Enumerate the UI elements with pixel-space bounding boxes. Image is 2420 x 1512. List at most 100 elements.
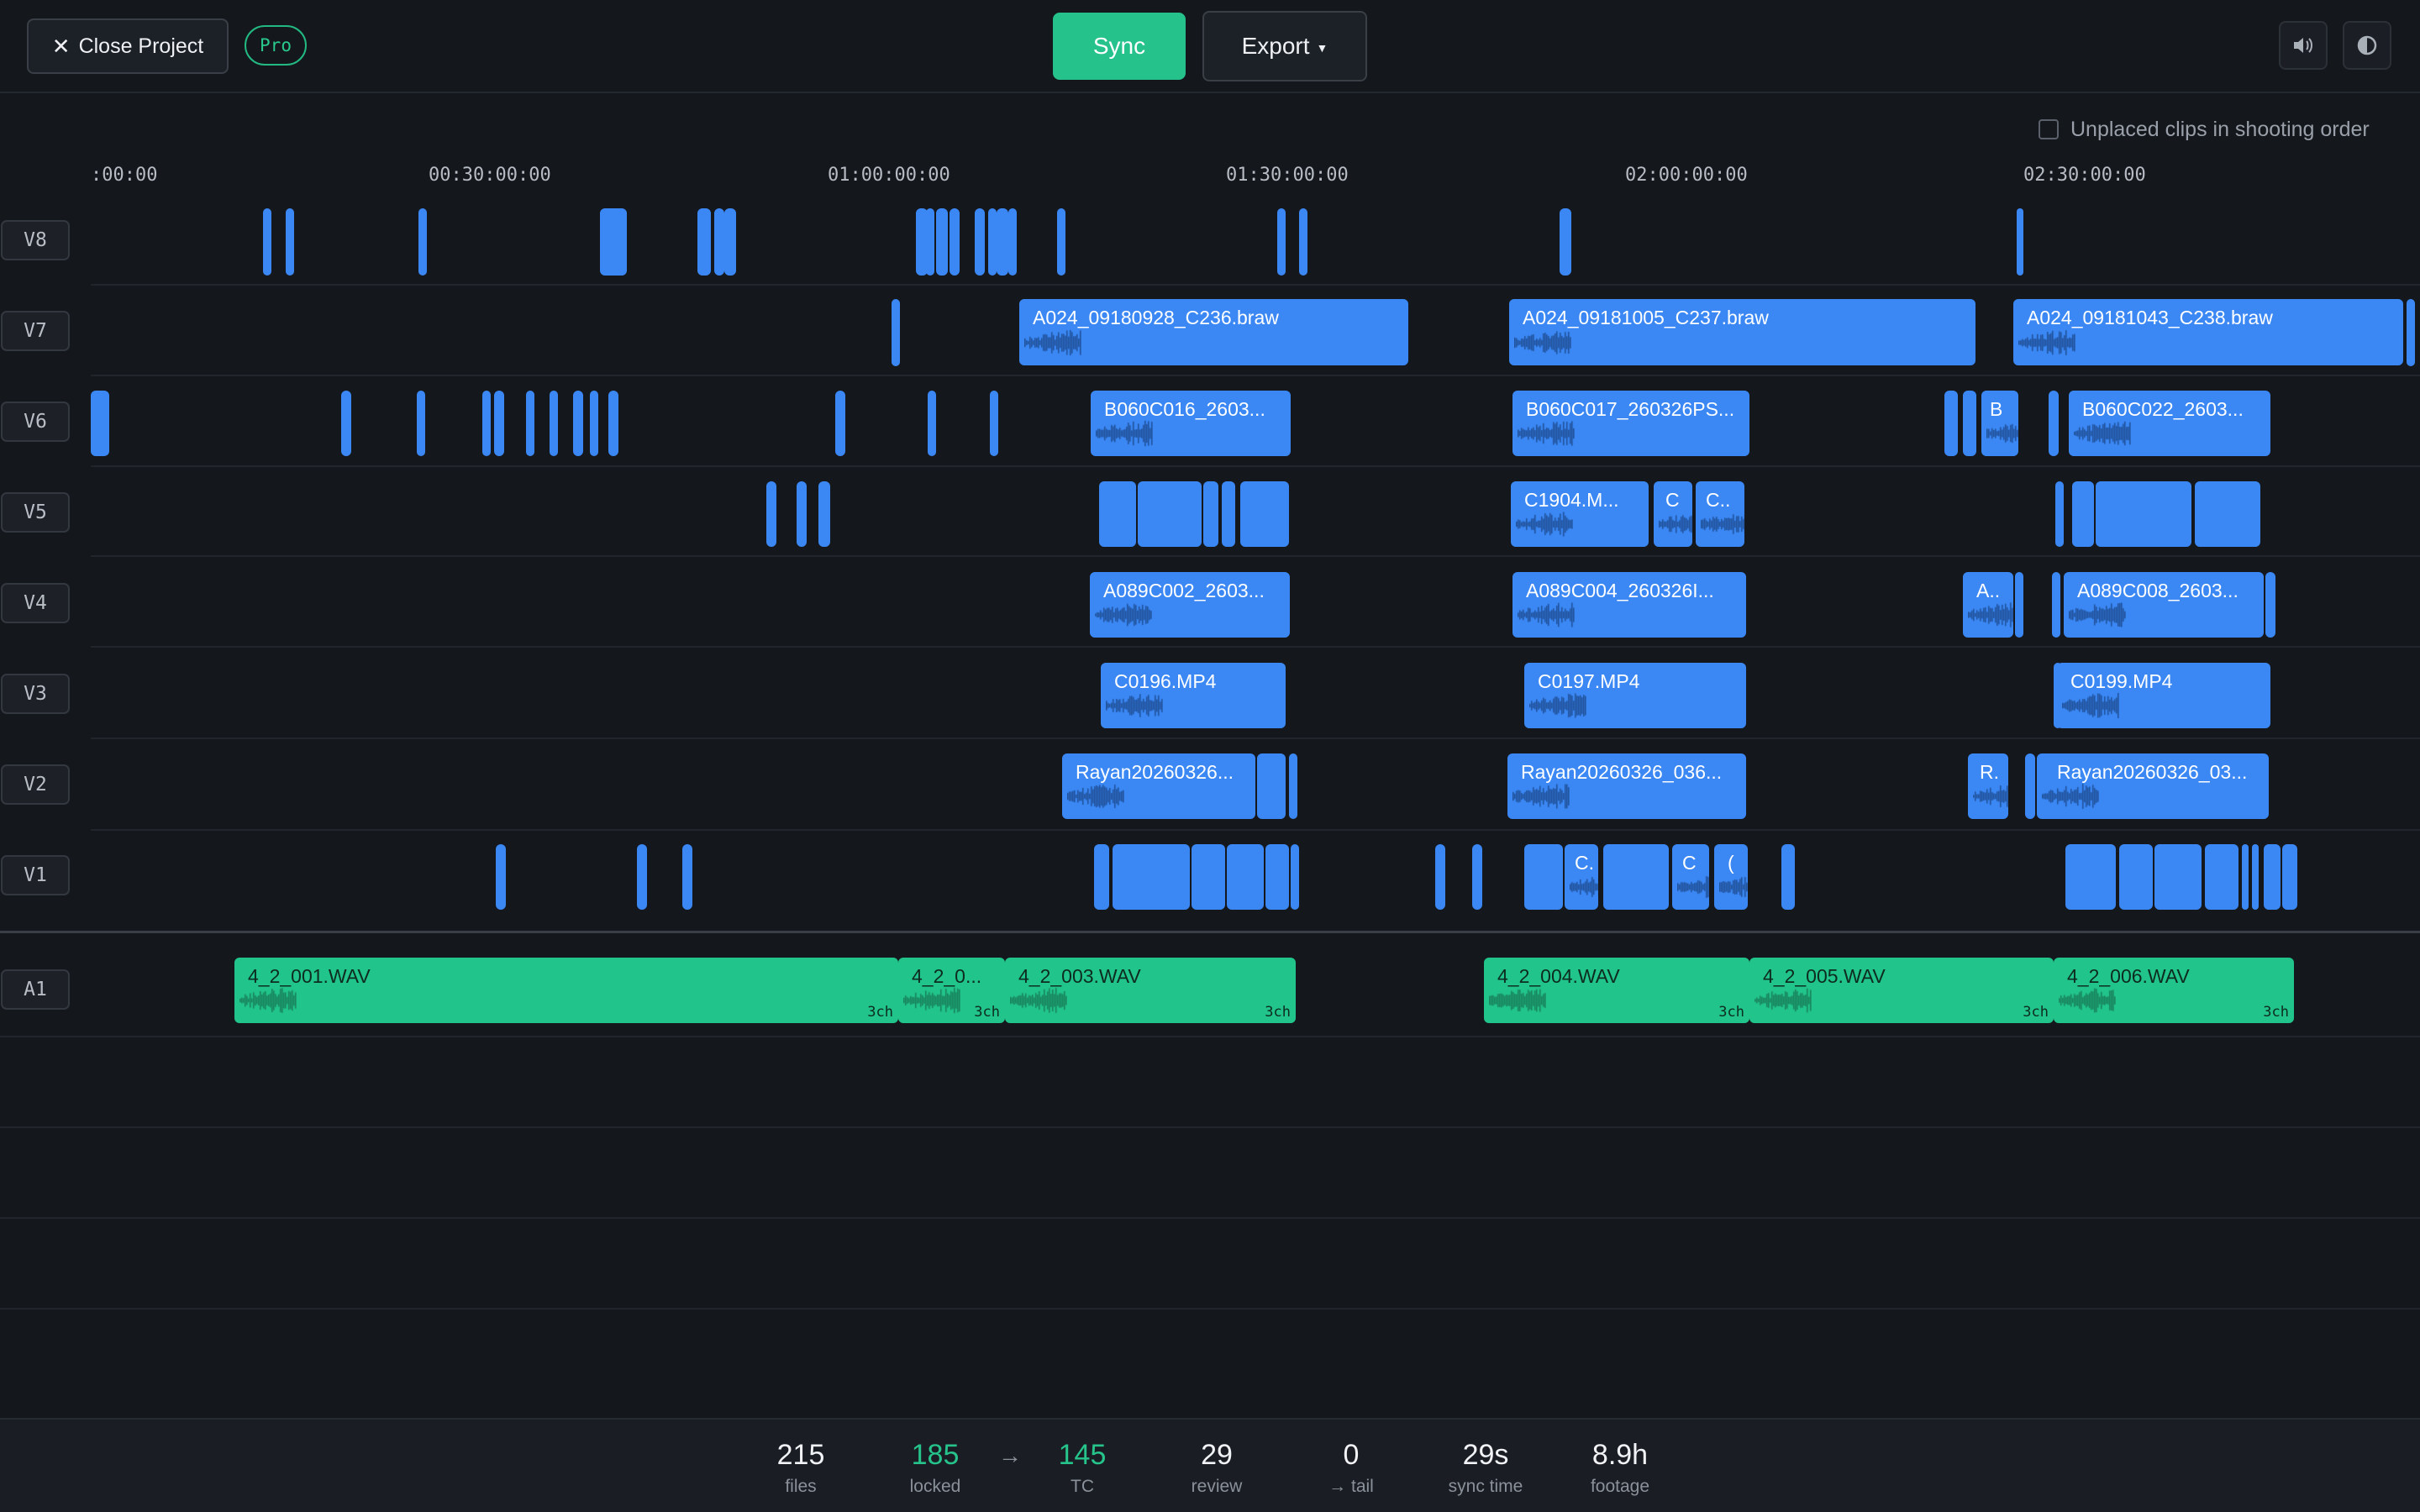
video-clip[interactable] (2052, 572, 2060, 638)
video-clip[interactable] (1192, 844, 1225, 910)
video-clip[interactable]: B060C022_2603... (2069, 391, 2270, 456)
video-clip[interactable] (892, 299, 900, 366)
video-clip[interactable] (1240, 481, 1289, 547)
audio-clip[interactable]: 4_2_006.WAV 3ch (2054, 958, 2294, 1023)
track-label-v2[interactable]: V2 (1, 764, 70, 805)
video-clip[interactable] (2407, 299, 2415, 366)
close-project-button[interactable]: ✕ Close Project (27, 18, 229, 74)
video-clip[interactable] (286, 208, 294, 276)
video-clip[interactable] (1944, 391, 1958, 456)
video-clip[interactable]: C (1654, 481, 1692, 547)
video-clip[interactable]: C. (1565, 844, 1598, 910)
export-button[interactable]: Export ▼ (1202, 11, 1367, 81)
video-clip[interactable] (418, 208, 427, 276)
video-clip[interactable] (2282, 844, 2297, 910)
video-clip[interactable] (1781, 844, 1795, 910)
video-clip[interactable] (2252, 844, 2259, 910)
sync-button[interactable]: Sync (1053, 13, 1186, 80)
video-clip[interactable]: A024_09180928_C236.braw (1019, 299, 1408, 365)
video-clip[interactable] (1524, 844, 1563, 910)
video-clip[interactable] (2025, 753, 2035, 819)
video-clip[interactable] (1222, 481, 1235, 547)
video-clip[interactable]: Rayan20260326_03... (2037, 753, 2269, 819)
video-clip[interactable] (496, 844, 506, 910)
video-clip[interactable]: ( (1714, 844, 1748, 910)
video-clip[interactable] (2264, 844, 2281, 910)
video-clip[interactable] (1289, 753, 1297, 819)
video-clip[interactable] (1277, 208, 1286, 276)
track-label-v4[interactable]: V4 (1, 583, 70, 623)
video-clip[interactable] (835, 391, 845, 456)
video-clip[interactable] (482, 391, 491, 456)
video-clip[interactable] (936, 208, 948, 276)
video-clip[interactable] (1227, 844, 1264, 910)
video-clip[interactable] (697, 208, 711, 276)
video-clip[interactable] (550, 391, 558, 456)
video-clip[interactable]: C0196.MP4 (1101, 663, 1286, 728)
video-clip[interactable] (724, 208, 736, 276)
audio-clip[interactable]: 4_2_003.WAV 3ch (1005, 958, 1296, 1023)
track-label-v5[interactable]: V5 (1, 492, 70, 533)
video-clip[interactable] (1257, 753, 1286, 819)
video-clip[interactable] (975, 208, 985, 276)
unplaced-clips-toggle[interactable]: Unplaced clips in shooting order (2039, 117, 2370, 142)
video-clip[interactable]: A024_09181043_C238.braw (2013, 299, 2403, 365)
video-clip[interactable] (1099, 481, 1136, 547)
video-clip[interactable]: R. (1968, 753, 2008, 819)
video-clip[interactable] (1560, 208, 1571, 276)
video-clip[interactable] (2195, 481, 2260, 547)
video-clip[interactable]: C (1672, 844, 1709, 910)
video-clip[interactable] (926, 208, 934, 276)
video-clip[interactable] (1963, 391, 1976, 456)
track-label-v7[interactable]: V7 (1, 311, 70, 351)
video-clip[interactable] (2154, 844, 2202, 910)
video-clip[interactable] (797, 481, 807, 547)
video-clip[interactable] (990, 391, 998, 456)
video-clip[interactable] (2049, 391, 2059, 456)
video-clip[interactable] (1603, 844, 1669, 910)
video-clip[interactable] (1472, 844, 1482, 910)
video-clip[interactable]: A089C002_2603... (1090, 572, 1290, 638)
volume-button[interactable] (2279, 21, 2328, 70)
video-clip[interactable] (950, 208, 960, 276)
video-clip[interactable] (714, 208, 724, 276)
video-clip[interactable] (1291, 844, 1299, 910)
video-clip[interactable] (637, 844, 647, 910)
video-clip[interactable]: A024_09181005_C237.braw (1509, 299, 1975, 365)
video-clip[interactable] (1435, 844, 1445, 910)
video-clip[interactable] (1138, 481, 1202, 547)
video-clip[interactable] (494, 391, 504, 456)
video-clip[interactable] (2015, 572, 2023, 638)
video-clip[interactable] (2205, 844, 2238, 910)
video-clip[interactable]: A.. (1963, 572, 2013, 638)
video-clip[interactable] (988, 208, 997, 276)
video-clip[interactable] (1113, 844, 1190, 910)
video-clip[interactable] (766, 481, 776, 547)
video-clip[interactable] (341, 391, 351, 456)
track-label-v8[interactable]: V8 (1, 220, 70, 260)
video-clip[interactable]: B060C016_2603... (1091, 391, 1291, 456)
video-clip[interactable] (928, 391, 936, 456)
video-clip[interactable] (1299, 208, 1307, 276)
video-clip[interactable]: B060C017_260326PS... (1512, 391, 1749, 456)
video-clip[interactable] (1008, 208, 1017, 276)
video-clip[interactable] (682, 844, 692, 910)
track-label-v6[interactable]: V6 (1, 402, 70, 442)
video-clip[interactable]: Rayan20260326... (1062, 753, 1255, 819)
video-clip[interactable] (573, 391, 583, 456)
video-clip[interactable] (2242, 844, 2249, 910)
video-clip[interactable] (2119, 844, 2153, 910)
video-clip[interactable]: C0199.MP4 (2057, 663, 2270, 728)
video-clip[interactable] (2096, 481, 2191, 547)
video-clip[interactable] (997, 208, 1008, 276)
track-label-a1[interactable]: A1 (1, 969, 70, 1010)
video-clip[interactable]: B (1981, 391, 2018, 456)
video-clip[interactable] (818, 481, 830, 547)
track-label-v1[interactable]: V1 (1, 855, 70, 895)
video-clip[interactable] (2265, 572, 2275, 638)
video-clip[interactable] (2054, 663, 2062, 728)
video-clip[interactable] (2065, 844, 2116, 910)
video-clip[interactable] (2072, 481, 2094, 547)
video-clip[interactable] (1094, 844, 1109, 910)
audio-clip[interactable]: 4_2_005.WAV 3ch (1749, 958, 2054, 1023)
